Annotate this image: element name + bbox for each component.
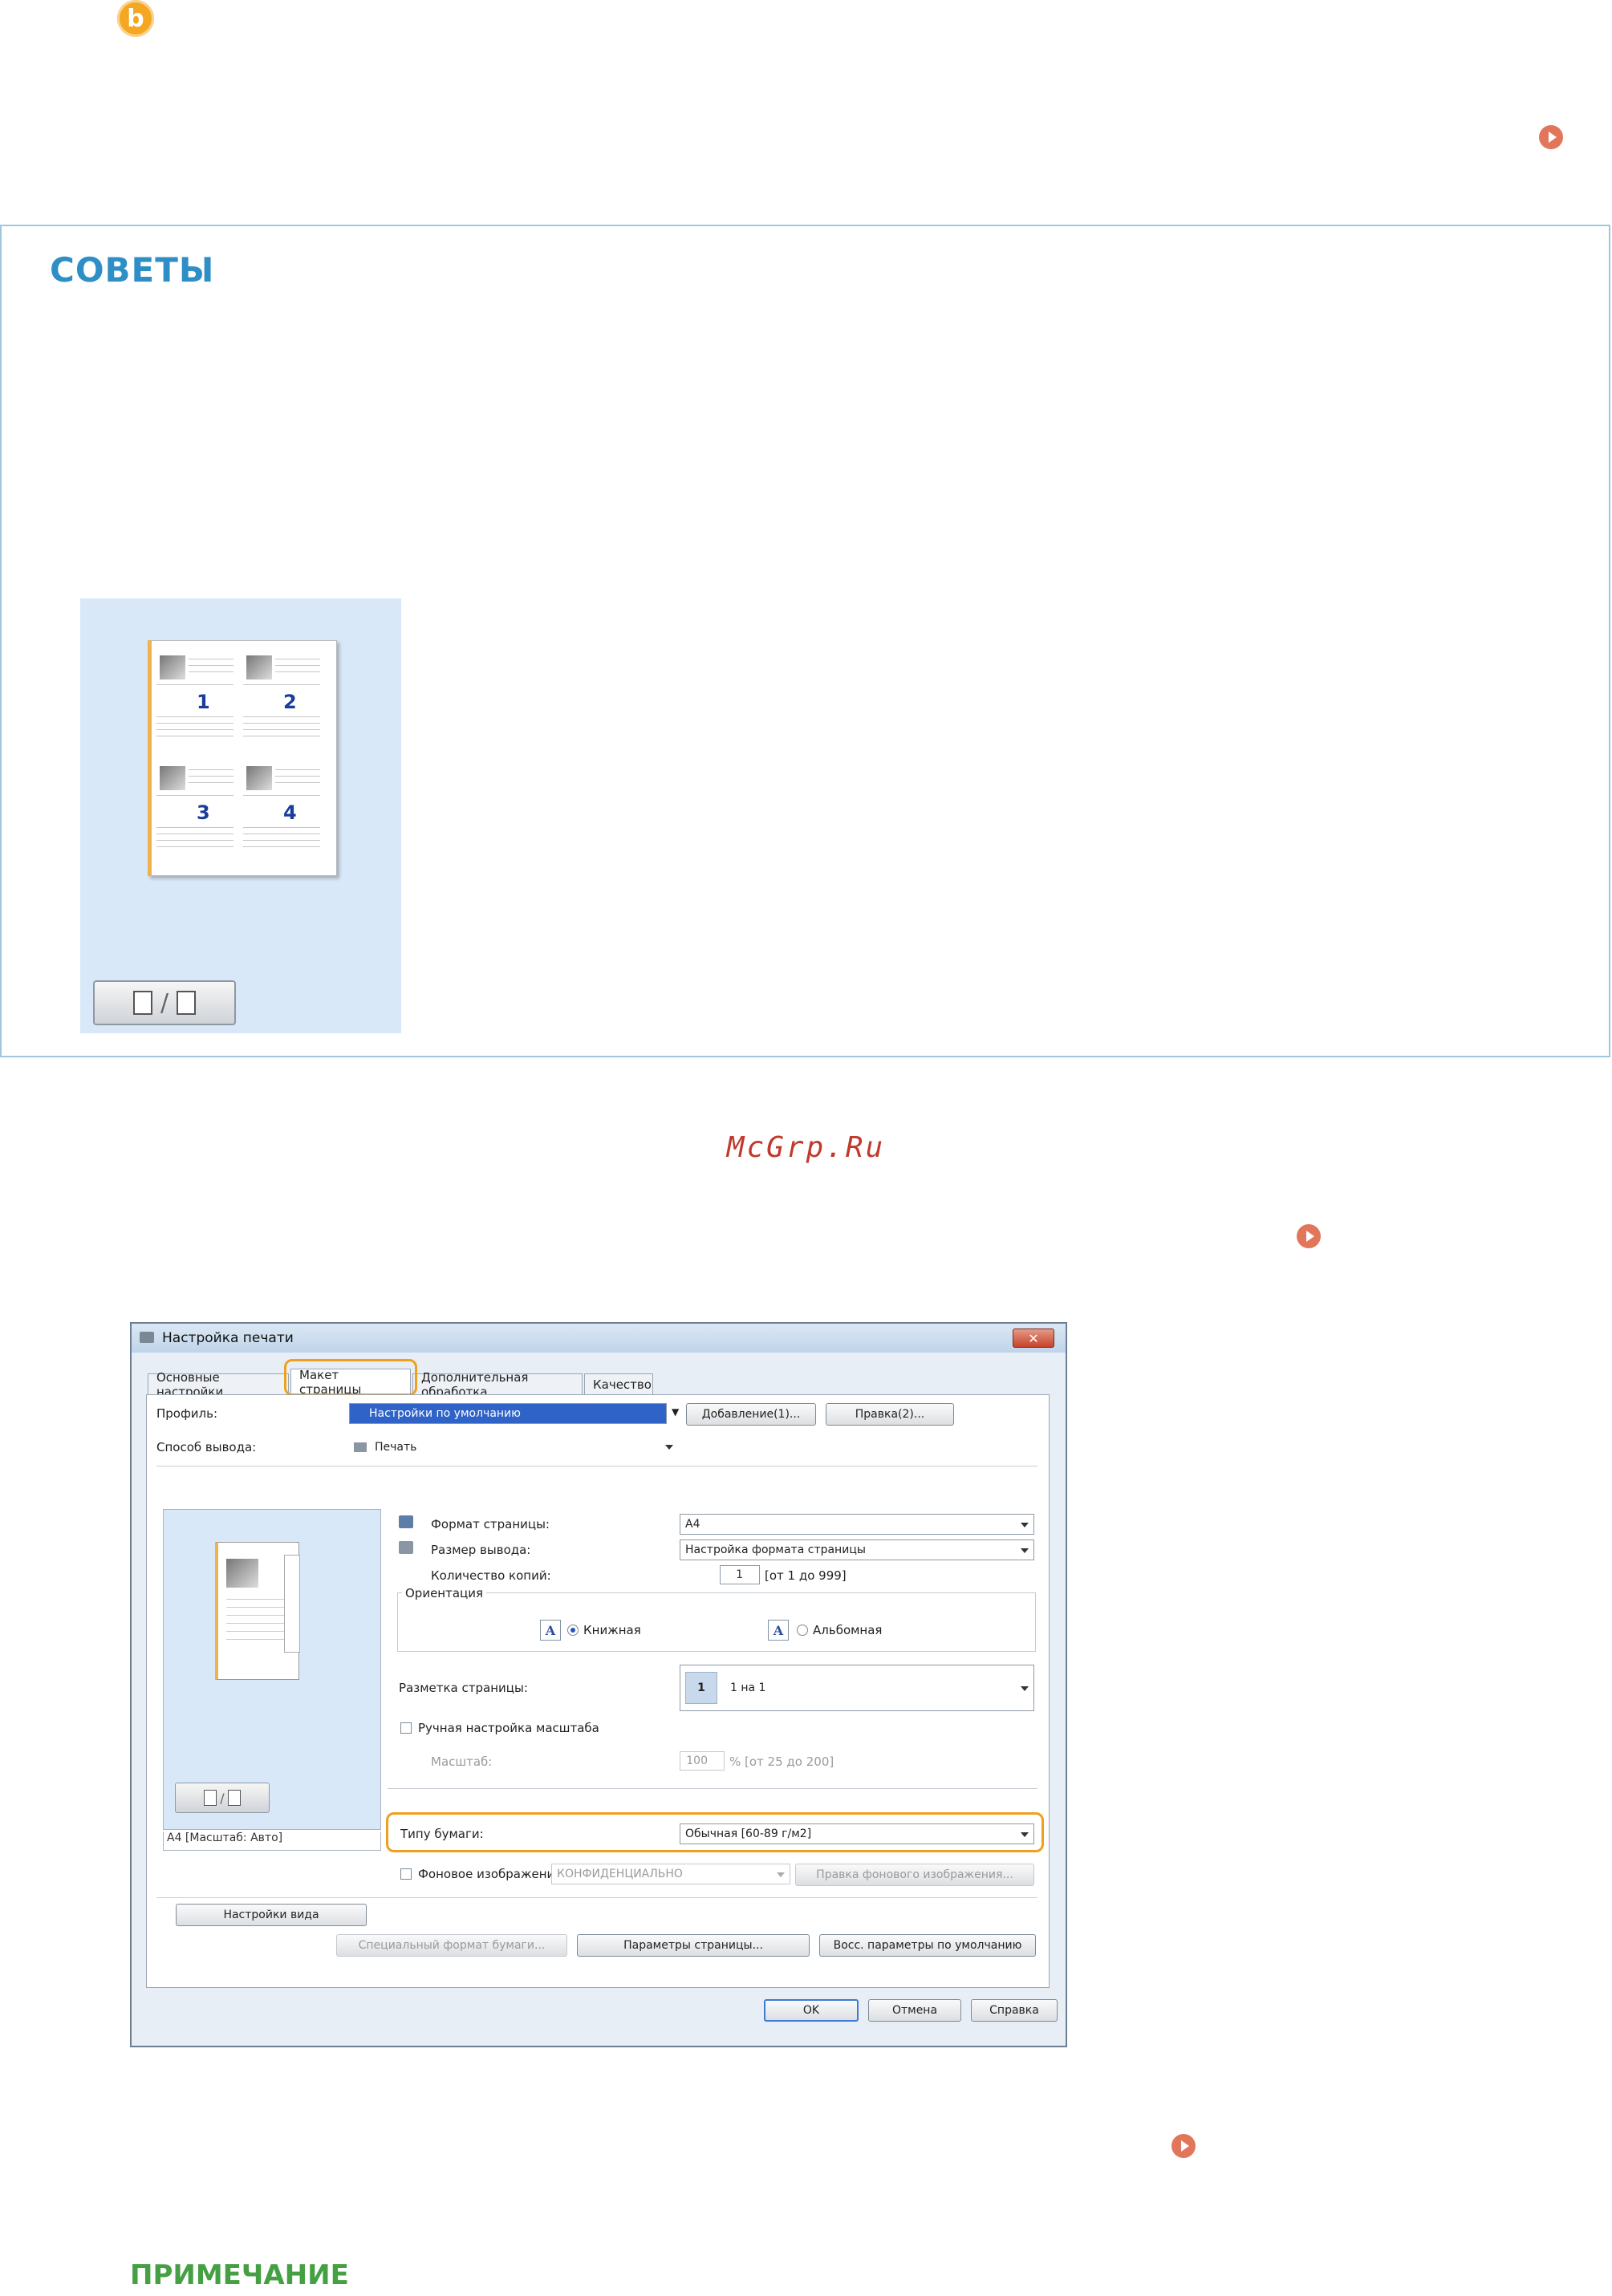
page-number: 1 <box>197 691 210 713</box>
slash-separator-icon: / <box>160 988 169 1017</box>
watermark-text: McGrp.Ru <box>726 1131 886 1164</box>
page-cell: 4 <box>243 761 320 858</box>
page-cell: 2 <box>243 651 320 747</box>
profile-label: Профиль: <box>156 1406 218 1421</box>
close-button[interactable]: ✕ <box>1013 1329 1054 1348</box>
document-icon <box>132 991 152 1015</box>
profile-select[interactable]: Настройки по умолчанию <box>349 1403 667 1424</box>
page-layout-label: Разметка страницы: <box>399 1681 528 1695</box>
slash-separator-icon: / <box>220 1790 225 1806</box>
scale-label: Масштаб: <box>431 1754 493 1769</box>
manual-scale-checkbox[interactable] <box>400 1722 412 1734</box>
manual-scale-label: Ручная настройка масштаба <box>418 1721 599 1735</box>
copies-value: 1 <box>736 1568 743 1581</box>
page-layout-icon: 1 <box>685 1672 717 1704</box>
help-button[interactable]: Справка <box>971 1999 1058 2022</box>
output-size-value: Настройка формата страницы <box>685 1544 866 1556</box>
profile-value: Настройки по умолчанию <box>369 1407 521 1420</box>
preview-page-stack <box>284 1555 300 1653</box>
portrait-label: Книжная <box>583 1623 641 1637</box>
preview-toggle-button[interactable]: / <box>93 980 236 1025</box>
link-arrow-icon[interactable] <box>1171 2134 1196 2158</box>
paper-type-highlight <box>386 1812 1044 1852</box>
page-cell: 3 <box>156 761 233 858</box>
output-size-icon <box>399 1541 413 1554</box>
watermark-value: КОНФИДЕНЦИАЛЬНО <box>557 1868 683 1880</box>
link-arrow-icon[interactable] <box>1297 1224 1321 1248</box>
tab-basic-settings[interactable]: Основные настройки <box>148 1370 289 1399</box>
cancel-button[interactable]: Отмена <box>868 1999 961 2022</box>
scale-value: 100 <box>686 1754 708 1767</box>
page-layout-panel: Профиль: Настройки по умолчанию ▼ Добавл… <box>146 1394 1050 1988</box>
watermark-select[interactable]: КОНФИДЕНЦИАЛЬНО <box>551 1864 790 1884</box>
print-settings-dialog: Настройка печати ✕ Основные настройки Ма… <box>130 1322 1067 2047</box>
page-preview: / <box>163 1509 381 1830</box>
printer-icon <box>140 1332 154 1343</box>
tab-highlight <box>284 1359 417 1396</box>
link-arrow-icon[interactable] <box>1539 125 1563 149</box>
divider <box>156 1897 1037 1898</box>
restore-defaults-button[interactable]: Восс. параметры по умолчанию <box>819 1934 1036 1957</box>
note-title: ПРИМЕЧАНИЕ <box>130 2259 349 2291</box>
add-profile-button[interactable]: Добавление(1)... <box>686 1403 816 1426</box>
output-method-label: Способ вывода: <box>156 1440 257 1454</box>
page-number: 3 <box>197 801 210 824</box>
landscape-radio[interactable] <box>797 1625 808 1636</box>
chevron-down-icon[interactable]: ▼ <box>672 1406 679 1418</box>
orientation-label: Ориентация <box>402 1586 487 1600</box>
step-b-badge: b <box>117 0 154 37</box>
tab-finishing[interactable]: Дополнительная обработка <box>412 1370 583 1399</box>
page-size-select[interactable]: A4 <box>680 1514 1034 1535</box>
page-size-value: A4 <box>685 1518 700 1531</box>
landscape-icon: A <box>768 1620 789 1641</box>
portrait-icon: A <box>540 1620 561 1641</box>
copies-stepper[interactable]: 1 <box>720 1565 760 1584</box>
landscape-label: Альбомная <box>813 1623 883 1637</box>
page-layout-value: 1 на 1 <box>730 1681 766 1694</box>
page-cell: 1 <box>156 651 233 747</box>
orientation-group <box>397 1592 1036 1652</box>
page-options-button[interactable]: Параметры страницы... <box>577 1934 810 1957</box>
output-method-value: Печать <box>375 1441 417 1454</box>
copies-label: Количество копий: <box>431 1568 551 1583</box>
n-up-page-sheet: 1 2 3 4 <box>148 640 337 876</box>
output-size-select[interactable]: Настройка формата страницы <box>680 1539 1034 1560</box>
watermark-label: Фоновое изображение <box>418 1867 562 1881</box>
dialog-title: Настройка печати <box>162 1330 294 1346</box>
preview-toggle-button[interactable]: / <box>175 1783 270 1813</box>
page-size-label: Формат страницы: <box>431 1517 550 1531</box>
output-size-label: Размер вывода: <box>431 1543 531 1557</box>
document-edit-icon <box>177 991 197 1015</box>
page-number: 2 <box>283 691 297 713</box>
printer-icon <box>354 1442 367 1452</box>
tab-quality[interactable]: Качество <box>584 1373 653 1394</box>
scale-range: % [от 25 до 200] <box>729 1754 834 1769</box>
preview-caption: A4 [Масштаб: Авто] <box>163 1832 381 1851</box>
document-icon <box>204 1790 217 1806</box>
portrait-radio[interactable] <box>567 1625 579 1636</box>
page-size-icon <box>399 1515 413 1528</box>
ok-button[interactable]: OK <box>764 1999 859 2022</box>
document-edit-icon <box>227 1790 241 1806</box>
view-settings-button[interactable]: Настройки вида <box>176 1904 367 1926</box>
edit-profile-button[interactable]: Правка(2)... <box>826 1403 954 1426</box>
page-number: 4 <box>283 801 297 824</box>
watermark-checkbox[interactable] <box>400 1868 412 1880</box>
scale-stepper[interactable]: 100 <box>680 1751 725 1771</box>
custom-paper-button[interactable]: Специальный формат бумаги... <box>336 1934 567 1957</box>
watermark-edit-button[interactable]: Правка фонового изображения... <box>795 1864 1034 1886</box>
divider <box>388 1788 1037 1789</box>
page-layout-select[interactable]: 1 1 на 1 <box>680 1665 1034 1711</box>
output-method-select[interactable]: Печать <box>349 1437 678 1458</box>
tips-title: СОВЕТЫ <box>50 250 215 290</box>
dialog-titlebar: Настройка печати ✕ <box>132 1324 1066 1353</box>
copies-range: [от 1 до 999] <box>765 1568 847 1583</box>
